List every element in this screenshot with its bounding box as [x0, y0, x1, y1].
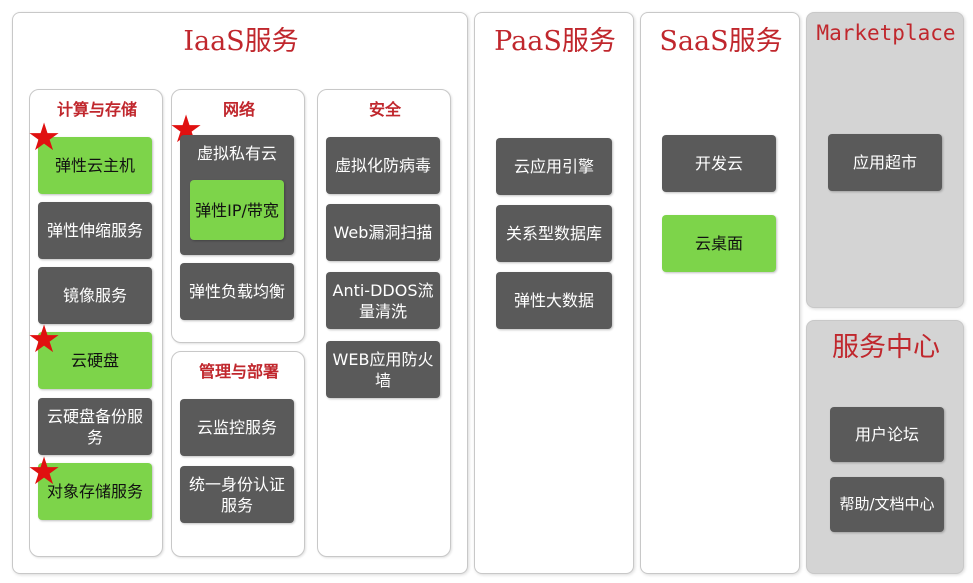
relational-db-box[interactable]: 关系型数据库: [496, 205, 612, 262]
antivirus-box[interactable]: 虚拟化防病毒: [326, 137, 440, 194]
star-marker-icon: ★: [27, 317, 62, 361]
elastic-ip-box[interactable]: 弹性IP/带宽: [190, 180, 284, 240]
service-center-title: 服务中心: [832, 332, 940, 363]
security-title: 安全: [368, 100, 401, 119]
elastic-big-data-box[interactable]: 弹性大数据: [496, 272, 612, 329]
management-title: 管理与部署: [198, 362, 279, 381]
image-service-box[interactable]: 镜像服务: [38, 267, 152, 324]
auto-scaling-box[interactable]: 弹性伸缩服务: [38, 202, 152, 259]
star-marker-icon: ★: [27, 115, 62, 159]
marketplace-title: Marketplace: [816, 21, 956, 45]
cloud-monitor-box[interactable]: 云监控服务: [180, 399, 294, 456]
saas-title: SaaS服务: [659, 26, 783, 57]
web-vuln-scan-box[interactable]: Web漏洞扫描: [326, 204, 440, 261]
anti-ddos-box[interactable]: Anti-DDOS流量清洗: [326, 272, 440, 329]
cloud-desktop-box[interactable]: 云桌面: [662, 215, 776, 272]
star-marker-icon: ★: [27, 449, 62, 493]
devcloud-box[interactable]: 开发云: [662, 135, 776, 192]
saas-panel: SaaS服务: [640, 12, 800, 574]
elastic-load-balance-box[interactable]: 弹性负载均衡: [180, 263, 294, 320]
waf-box[interactable]: WEB应用防火墙: [326, 341, 440, 398]
app-market-box[interactable]: 应用超市: [828, 134, 942, 191]
user-forum-box[interactable]: 用户论坛: [830, 407, 944, 462]
vpc-label: 虚拟私有云: [196, 144, 277, 163]
help-docs-box[interactable]: 帮助/文档中心: [830, 477, 944, 532]
iam-box[interactable]: 统一身份认证服务: [180, 466, 294, 523]
cloud-disk-backup-box[interactable]: 云硬盘备份服务: [38, 398, 152, 455]
cloud-app-engine-box[interactable]: 云应用引擎: [496, 138, 612, 195]
paas-title: PaaS服务: [494, 26, 616, 57]
iaas-title: IaaS服务: [183, 26, 299, 57]
